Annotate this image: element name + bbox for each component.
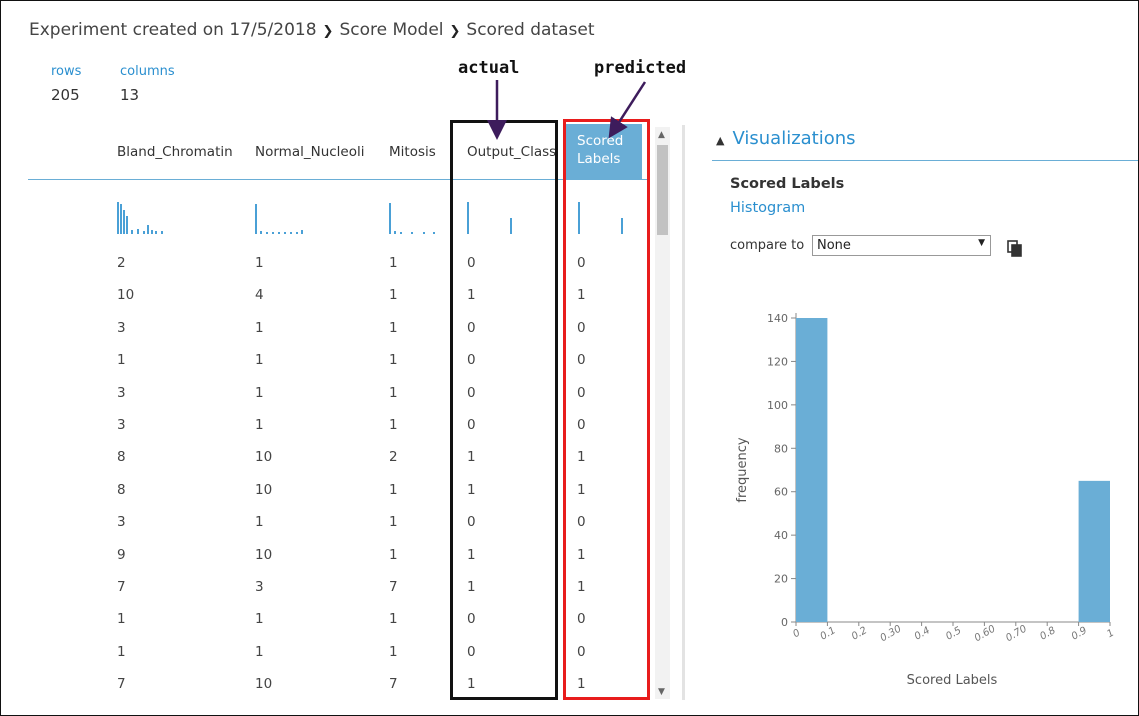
x-tick-label: 0.2 — [850, 625, 869, 642]
x-axis-label: Scored Labels — [907, 673, 998, 688]
y-tick-label: 140 — [767, 312, 788, 325]
scroll-down-icon[interactable]: ▼ — [658, 687, 665, 697]
arrow-predicted — [608, 81, 647, 139]
copy-icon[interactable] — [1007, 240, 1023, 258]
y-tick-label: 0 — [781, 616, 788, 629]
x-tick-label: 0.4 — [913, 625, 932, 642]
x-tick-label: 0.8 — [1038, 625, 1057, 642]
histogram-bar — [1078, 480, 1110, 622]
y-tick-label: 120 — [767, 355, 788, 368]
y-tick-label: 20 — [774, 573, 788, 586]
compare-to-label: compare to — [730, 238, 805, 253]
y-axis-label: frequency — [735, 437, 750, 503]
scrollbar-thumb[interactable] — [657, 145, 668, 235]
table-scrollbar[interactable]: ▲ ▼ — [655, 127, 670, 699]
y-tick-label: 80 — [774, 442, 788, 455]
y-tick-label: 60 — [774, 486, 788, 499]
chart-type-label: Histogram — [730, 200, 806, 216]
triangle-up-icon: ▲ — [716, 134, 725, 147]
x-tick-label: 0.60 — [973, 624, 998, 645]
x-tick-label: 1 — [1105, 627, 1116, 640]
y-tick-label: 40 — [774, 529, 788, 542]
selected-column-name: Scored Labels — [730, 176, 845, 192]
scroll-up-icon[interactable]: ▲ — [658, 130, 665, 140]
x-tick-label: 0.9 — [1070, 625, 1089, 642]
scored-labels-histogram: 0 20 40 60 80 100 120 140 0 0.1 0.2 0.30 0.4 0.5 0.60 0… — [735, 312, 1116, 688]
histogram-bar — [796, 318, 828, 622]
compare-to-select[interactable]: None ▼ — [812, 235, 991, 256]
x-tick-label: 0.5 — [944, 625, 963, 642]
x-tick-label: 0.70 — [1004, 624, 1029, 645]
visualizations-header[interactable]: ▲ Visualizations — [716, 128, 856, 149]
visualizations-title: Visualizations — [732, 128, 856, 149]
chevron-down-icon: ▼ — [978, 238, 985, 248]
x-tick-label: 0 — [791, 627, 802, 640]
compare-to-value: None — [817, 238, 851, 253]
visualizations-divider — [712, 160, 1138, 161]
y-tick-label: 100 — [767, 399, 788, 412]
panel-splitter[interactable] — [682, 125, 685, 700]
x-tick-label: 0.1 — [819, 625, 838, 642]
x-tick-label: 0.30 — [879, 624, 904, 645]
